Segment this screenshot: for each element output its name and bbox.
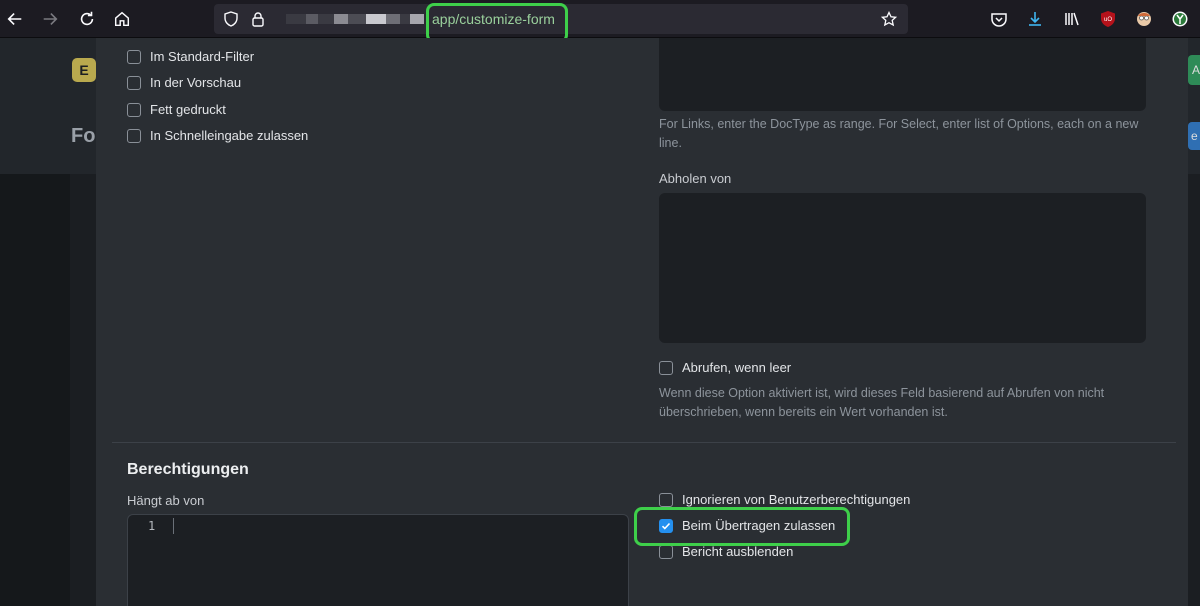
checkbox-label: Ignorieren von Benutzerberechtigungen — [682, 492, 911, 507]
depends-on-label: Hängt ab von — [127, 493, 205, 508]
editor-line-number: 1 — [148, 519, 156, 533]
ublock-origin-icon[interactable]: uO — [1097, 8, 1119, 30]
options-textarea[interactable] — [659, 38, 1146, 111]
depends-on-code-editor[interactable]: 1 — [127, 514, 629, 606]
forward-icon[interactable] — [37, 6, 63, 32]
checkbox-in-standard-filter[interactable]: Im Standard-Filter — [127, 49, 254, 64]
checkbox-allow-in-quick-entry[interactable]: In Schnelleingabe zulassen — [127, 128, 308, 143]
background-action-button: A — [1188, 55, 1200, 85]
blurred-url-domain — [286, 14, 424, 24]
shield-icon[interactable] — [222, 10, 240, 28]
blurred-url-block — [318, 14, 334, 24]
checkbox-box[interactable] — [659, 360, 673, 375]
reload-icon[interactable] — [74, 6, 100, 32]
fetch-from-textarea[interactable] — [659, 193, 1146, 343]
lock-icon[interactable] — [249, 10, 267, 28]
blurred-url-block — [366, 14, 386, 24]
checkbox-box[interactable] — [127, 75, 141, 90]
extension-green-icon[interactable] — [1169, 8, 1191, 30]
checkbox-box[interactable] — [127, 102, 141, 117]
pocket-icon[interactable] — [988, 8, 1010, 30]
blurred-url-block — [286, 14, 306, 24]
checkbox-label: Im Standard-Filter — [150, 49, 255, 64]
blurred-url-block — [306, 14, 318, 24]
checkbox-box[interactable] — [127, 49, 141, 64]
checkbox-hide-in-report[interactable]: Bericht ausblenden — [659, 544, 793, 559]
blurred-url-block — [334, 14, 348, 24]
permissions-section-title: Berechtigungen — [127, 461, 249, 478]
checkbox-in-preview[interactable]: In der Vorschau — [127, 75, 241, 90]
blurred-url-block — [348, 14, 366, 24]
background-sidebar — [0, 174, 70, 606]
checkbox-ignore-user-permissions[interactable]: Ignorieren von Benutzerberechtigungen — [659, 492, 910, 507]
blurred-url-block — [386, 14, 400, 24]
fetch-from-label: Abholen von — [659, 171, 732, 186]
checkbox-label: Abrufen, wenn leer — [682, 360, 792, 375]
app-logo: E — [72, 58, 96, 82]
background-primary-button: e — [1188, 122, 1200, 150]
checkbox-fetch-if-empty[interactable]: Abrufen, wenn leer — [659, 360, 791, 375]
library-icon[interactable] — [1061, 8, 1083, 30]
checkbox-box[interactable] — [659, 492, 673, 507]
downloads-icon[interactable] — [1024, 8, 1046, 30]
blurred-url-block — [410, 14, 424, 24]
blurred-url-block — [400, 14, 410, 24]
home-icon[interactable] — [109, 6, 135, 32]
fetch-if-empty-help-text: Wenn diese Option aktiviert ist, wird di… — [659, 386, 1105, 419]
checkbox-label: Fett gedruckt — [150, 102, 226, 117]
checkbox-label: Bericht ausblenden — [682, 544, 794, 559]
back-icon[interactable] — [2, 6, 28, 32]
url-highlight-annotation — [426, 3, 568, 43]
bookmark-star-icon[interactable] — [880, 10, 898, 28]
checkbox-bold[interactable]: Fett gedruckt — [127, 102, 226, 117]
checkbox-label: In der Vorschau — [150, 75, 242, 90]
section-divider — [112, 442, 1176, 443]
options-help-text: For Links, enter the DocType as range. F… — [659, 117, 1139, 150]
checkbox-box[interactable] — [127, 128, 141, 143]
checkbox-box[interactable] — [659, 544, 673, 559]
checkbox-label: In Schnelleingabe zulassen — [150, 128, 309, 143]
browser-toolbar: app/customize-form uO — [0, 0, 1200, 43]
allow-on-submit-highlight-annotation — [634, 507, 850, 546]
editor-cursor — [173, 518, 174, 534]
svg-text:uO: uO — [1104, 17, 1112, 23]
extension-avatar-icon[interactable] — [1133, 8, 1155, 30]
